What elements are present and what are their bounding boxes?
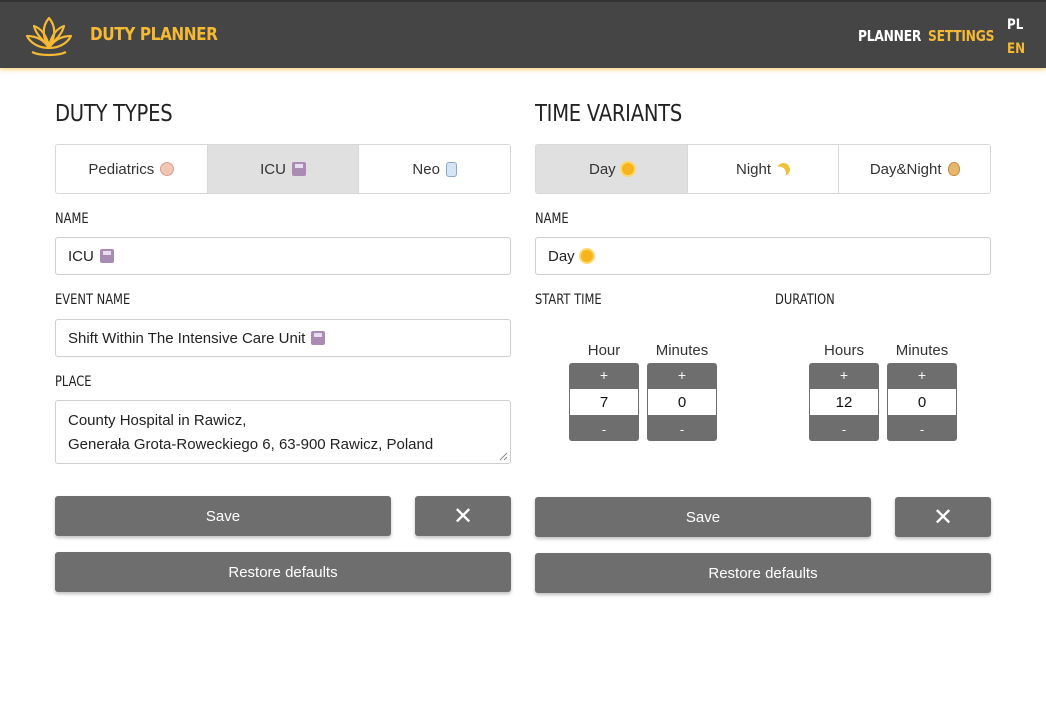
start-minutes-stepper: + 0 - <box>647 363 717 441</box>
nav-planner-link[interactable]: PLANNER <box>858 27 921 45</box>
variant-name-label: NAME <box>535 211 569 227</box>
decrement-button[interactable]: - <box>569 417 639 441</box>
event-name-input[interactable]: Shift Within The Intensive Care Unit <box>55 319 511 357</box>
increment-button[interactable]: + <box>647 363 717 387</box>
tab-neo[interactable]: Neo <box>359 145 510 193</box>
event-name-label: EVENT NAME <box>55 292 131 308</box>
top-navbar: DUTY PLANNER PLANNER SETTINGS PL EN <box>0 0 1046 68</box>
tab-label: Pediatrics <box>88 160 155 178</box>
sun-emoji-icon <box>621 163 634 175</box>
decrement-button[interactable]: - <box>887 417 957 441</box>
increment-button[interactable]: + <box>887 363 957 387</box>
tab-day[interactable]: Day <box>536 145 688 193</box>
nav-settings-link[interactable]: SETTINGS <box>928 27 994 45</box>
tab-label: Day&Night <box>869 160 942 178</box>
increment-button[interactable]: + <box>569 363 639 387</box>
time-variants-heading: TIME VARIANTS <box>535 101 683 127</box>
app-title[interactable]: DUTY PLANNER <box>90 24 218 45</box>
duration-hours-label: Hours <box>823 342 864 359</box>
start-minutes-label: Minutes <box>655 342 709 359</box>
floppy-disk-emoji-icon <box>291 162 306 176</box>
place-line-2: Generała Grota-Roweckiego 6, 63-900 Rawi… <box>68 436 434 453</box>
sun-emoji-icon <box>580 250 593 262</box>
tab-label: Neo <box>412 160 440 178</box>
variant-save-button[interactable]: Save <box>535 497 871 537</box>
start-time-label: START TIME <box>535 292 602 308</box>
tab-night[interactable]: Night <box>687 145 840 193</box>
duration-minutes-label: Minutes <box>895 342 949 359</box>
time-variant-tabs: Day Night Day&Night <box>535 144 991 194</box>
tab-icu[interactable]: ICU <box>207 145 360 193</box>
tab-day-and-night[interactable]: Day&Night <box>839 145 990 193</box>
decrement-button[interactable]: - <box>647 417 717 441</box>
duty-save-button[interactable]: Save <box>55 496 391 536</box>
moon-emoji-icon <box>775 161 792 178</box>
close-icon: ✕ <box>452 502 474 530</box>
tab-label: ICU <box>260 160 286 178</box>
floppy-disk-emoji-icon <box>311 331 326 345</box>
tab-label: Day <box>588 160 616 178</box>
name-label: NAME <box>55 211 89 227</box>
input-value: Day <box>548 247 575 265</box>
tab-label: Night <box>735 160 772 178</box>
duty-name-input[interactable]: ICU <box>55 237 511 275</box>
place-line-1: County Hospital in Rawicz, <box>68 412 247 429</box>
duration-hours-stepper: + 12 - <box>809 363 879 441</box>
duty-types-heading: DUTY TYPES <box>55 101 173 127</box>
lotus-icon[interactable] <box>24 14 74 58</box>
start-minutes-value[interactable]: 0 <box>648 389 716 415</box>
duty-cancel-button[interactable]: ✕ <box>415 496 511 536</box>
duration-minutes-value[interactable]: 0 <box>888 389 956 415</box>
variant-cancel-button[interactable]: ✕ <box>895 497 991 537</box>
duration-hours-value[interactable]: 12 <box>810 389 878 415</box>
increment-button[interactable]: + <box>809 363 879 387</box>
place-label: PLACE <box>55 374 92 390</box>
baby-emoji-icon <box>160 162 175 176</box>
floppy-disk-emoji-icon <box>99 249 114 263</box>
language-pl-link[interactable]: PL <box>1007 17 1023 33</box>
duration-minutes-stepper: + 0 - <box>887 363 957 441</box>
place-textarea[interactable]: County Hospital in Rawicz, Generała Grot… <box>55 400 511 464</box>
input-value: ICU <box>68 247 94 265</box>
duration-label: DURATION <box>775 292 835 308</box>
variant-restore-defaults-button[interactable]: Restore defaults <box>535 553 991 593</box>
close-icon: ✕ <box>932 503 954 531</box>
duty-restore-defaults-button[interactable]: Restore defaults <box>55 552 511 592</box>
money-bag-emoji-icon <box>947 162 960 176</box>
start-hour-stepper: + 7 - <box>569 363 639 441</box>
nurse-emoji-icon <box>445 161 457 177</box>
variant-name-input[interactable]: Day <box>535 237 991 275</box>
resize-handle-icon[interactable] <box>499 452 508 461</box>
input-value: Shift Within The Intensive Care Unit <box>68 329 306 347</box>
tab-pediatrics[interactable]: Pediatrics <box>56 145 208 193</box>
decrement-button[interactable]: - <box>809 417 879 441</box>
language-en-link[interactable]: EN <box>1007 41 1025 57</box>
start-hour-label: Hour <box>587 342 621 359</box>
duty-type-tabs: Pediatrics ICU Neo <box>55 144 511 194</box>
start-hour-value[interactable]: 7 <box>570 389 638 415</box>
